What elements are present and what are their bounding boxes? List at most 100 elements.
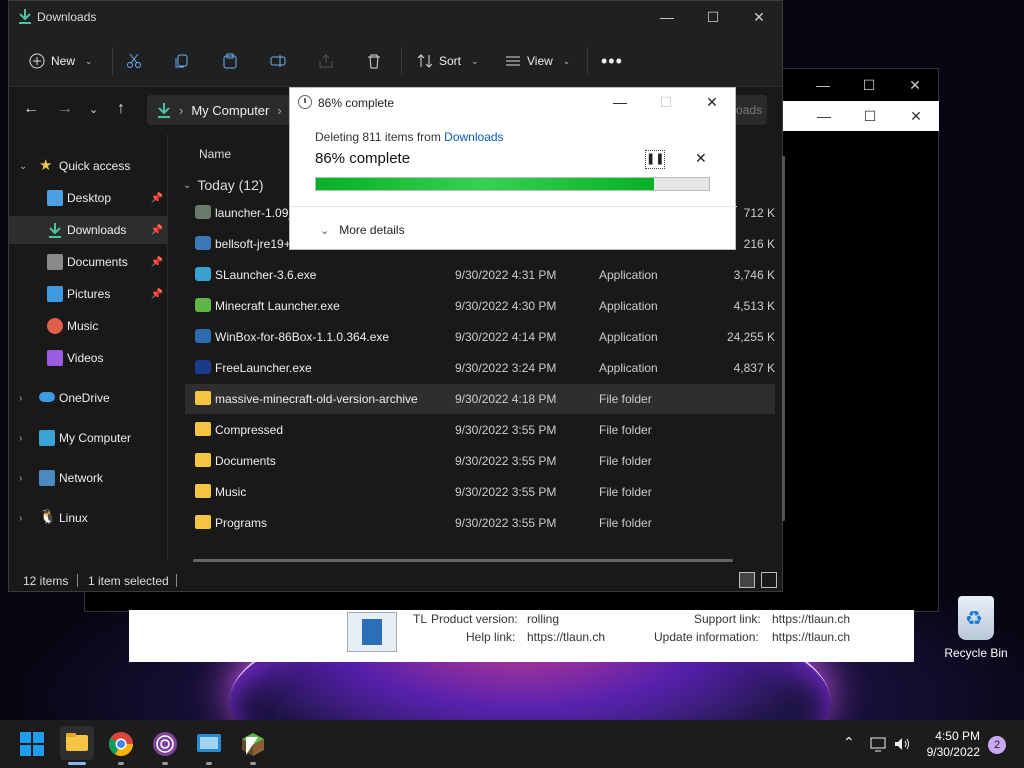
copy-button[interactable] [174, 48, 190, 74]
pane-divider[interactable] [167, 134, 168, 561]
tor-browser-icon[interactable] [151, 730, 179, 758]
file-row[interactable]: FreeLauncher.exe 9/30/2022 3:24 PM Applica… [185, 353, 775, 383]
close-button[interactable]: ✕ [689, 88, 735, 116]
breadcrumb-my-computer[interactable]: My Computer [191, 103, 269, 118]
nav-pictures[interactable]: Pictures 📌 [9, 280, 167, 308]
notification-badge[interactable]: 2 [988, 736, 1006, 754]
more-details-toggle[interactable]: ⌄ More details [320, 223, 405, 237]
start-windows-icon[interactable] [18, 730, 46, 758]
forward-arrow-icon[interactable]: → [57, 100, 73, 118]
nav-label: OneDrive [59, 391, 110, 405]
nav-onedrive[interactable]: › OneDrive [9, 384, 167, 412]
chevron-right-icon[interactable]: › [19, 433, 22, 444]
pin-icon[interactable]: 📌 [151, 257, 163, 268]
column-header-name[interactable]: Name [199, 147, 231, 161]
network-icon [39, 470, 55, 486]
chevron-down-icon: ⌄ [85, 55, 93, 66]
copy-icon [175, 54, 188, 68]
recycle-bin-shortcut[interactable]: Recycle Bin [944, 596, 1008, 660]
search-box-text[interactable]: oads [736, 95, 762, 125]
system-clock[interactable]: 4:50 PM 9/30/2022 [927, 728, 980, 760]
source-folder-link[interactable]: Downloads [444, 130, 503, 144]
file-name: Compressed [215, 423, 284, 437]
application-icon [195, 236, 211, 250]
folder-icon [195, 484, 211, 498]
nav-quick-access[interactable]: ⌄ ★ Quick access [9, 152, 167, 180]
update-info-value[interactable]: https://tlaun.ch [772, 630, 850, 644]
file-row[interactable]: Minecraft Launcher.exe 9/30/2022 4:30 PM A… [185, 291, 775, 321]
file-row[interactable]: Compressed 9/30/2022 3:55 PM File folder [185, 415, 775, 445]
maximize-button[interactable]: ☐ [847, 101, 893, 131]
file-row[interactable]: Documents 9/30/2022 3:55 PM File folder [185, 446, 775, 476]
file-date: 9/30/2022 4:30 PM [455, 299, 557, 313]
new-button[interactable]: New ⌄ [29, 48, 93, 74]
chevron-up-icon[interactable]: ⌃ [843, 734, 855, 751]
share-button[interactable] [318, 48, 334, 74]
network-icon[interactable] [870, 736, 888, 752]
pin-icon[interactable]: 📌 [151, 193, 163, 204]
minimize-button[interactable]: — [644, 1, 690, 33]
delete-progress-dialog[interactable]: 86% complete — ☐ ✕ Deleting 811 items fr… [289, 87, 737, 250]
cut-button[interactable] [126, 48, 142, 74]
delete-button[interactable] [366, 48, 382, 74]
group-header-today[interactable]: ⌄ Today (12) [183, 177, 264, 193]
nav-my-computer[interactable]: › My Computer [9, 424, 167, 452]
nav-desktop[interactable]: Desktop 📌 [9, 184, 167, 212]
file-row[interactable]: massive-minecraft-old-version-archive 9/3… [185, 384, 775, 414]
launcher-info-window[interactable]: TL Product version: rolling Help link: h… [129, 610, 914, 662]
cancel-operation-button[interactable]: ✕ [695, 150, 707, 167]
paste-button[interactable] [222, 48, 238, 74]
update-info-label: Update information: [654, 630, 759, 644]
view-button[interactable]: View ⌄ [505, 48, 570, 74]
close-button[interactable]: ✕ [893, 101, 939, 131]
nav-label: Documents [67, 255, 128, 269]
minimize-button[interactable]: — [597, 88, 643, 116]
sort-button[interactable]: Sort ⌄ [417, 48, 479, 74]
help-link-value[interactable]: https://tlaun.ch [527, 630, 605, 644]
background-window-white[interactable]: — ☐ ✕ [779, 101, 939, 131]
chevron-right-icon[interactable]: › [19, 513, 22, 524]
chevron-right-icon[interactable]: › [19, 393, 22, 404]
nav-linux[interactable]: › 🐧 Linux [9, 504, 167, 532]
chrome-icon[interactable] [107, 730, 135, 758]
nav-network[interactable]: › Network [9, 464, 167, 492]
details-view-icon[interactable] [739, 572, 755, 588]
chevron-right-icon[interactable]: › [19, 473, 22, 484]
maximize-button[interactable]: ☐ [846, 69, 892, 101]
support-link-value[interactable]: https://tlaun.ch [772, 612, 850, 626]
nav-downloads[interactable]: Downloads 📌 [9, 216, 167, 244]
toolbar-divider [587, 47, 588, 75]
dialog-divider [290, 206, 737, 207]
tiles-view-icon[interactable] [761, 572, 777, 588]
file-type: File folder [599, 485, 652, 499]
minimize-button[interactable]: — [801, 101, 847, 131]
chevron-down-icon[interactable]: ⌄ [19, 161, 27, 172]
up-arrow-icon[interactable]: ↑ [117, 100, 125, 118]
recent-chevron-icon[interactable]: ⌄ [89, 103, 98, 116]
title-bar[interactable]: Downloads — ☐ ✕ [9, 1, 782, 33]
close-button[interactable]: ✕ [892, 69, 938, 101]
control-panel-icon[interactable] [195, 730, 223, 758]
volume-icon[interactable] [893, 736, 911, 752]
pin-icon[interactable]: 📌 [151, 289, 163, 300]
horizontal-scrollbar[interactable] [193, 559, 733, 562]
file-row[interactable]: Music 9/30/2022 3:55 PM File folder [185, 477, 775, 507]
back-arrow-icon[interactable]: ← [23, 100, 39, 118]
taskbar-file-explorer[interactable] [60, 726, 94, 760]
clock-time: 4:50 PM [935, 729, 980, 743]
nav-music[interactable]: Music [9, 312, 167, 340]
nav-videos[interactable]: Videos [9, 344, 167, 372]
maximize-button[interactable]: ☐ [690, 1, 736, 33]
minimize-button[interactable]: — [800, 69, 846, 101]
more-options-button[interactable]: ••• [601, 48, 623, 74]
file-row[interactable]: Programs 9/30/2022 3:55 PM File folder [185, 508, 775, 538]
rename-button[interactable] [270, 48, 286, 74]
vertical-scrollbar[interactable] [782, 156, 785, 521]
file-row[interactable]: WinBox-for-86Box-1.1.0.364.exe 9/30/2022 … [185, 322, 775, 352]
file-row[interactable]: SLauncher-3.6.exe 9/30/2022 4:31 PM Applic… [185, 260, 775, 290]
pause-button[interactable]: ❚❚ [645, 150, 665, 169]
close-button[interactable]: ✕ [736, 1, 782, 33]
nav-documents[interactable]: Documents 📌 [9, 248, 167, 276]
pin-icon[interactable]: 📌 [151, 225, 163, 236]
active-indicator [68, 762, 86, 765]
